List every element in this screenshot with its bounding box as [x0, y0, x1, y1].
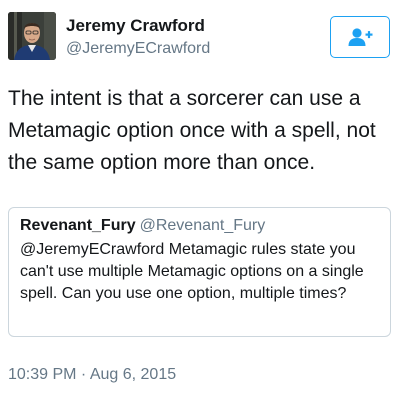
tweet-card: Jeremy Crawford @JeremyECrawford The int… — [0, 0, 400, 400]
avatar-image — [8, 12, 56, 60]
quoted-tweet[interactable]: Revenant_Fury @Revenant_Fury @JeremyECraw… — [8, 207, 391, 337]
author-handle[interactable]: @JeremyECrawford — [66, 40, 210, 58]
tweet-timestamp[interactable]: 10:39 PM · Aug 6, 2015 — [8, 366, 176, 384]
quoted-author-name: Revenant_Fury — [20, 217, 136, 234]
author-avatar[interactable] — [8, 12, 56, 60]
follow-button[interactable] — [330, 16, 390, 58]
author-display-name[interactable]: Jeremy Crawford — [66, 16, 205, 36]
add-user-icon — [348, 28, 373, 46]
quoted-tweet-text: @JeremyECrawford Metamagic rules state y… — [20, 241, 364, 302]
tweet-text: The intent is that a sorcerer can use a … — [8, 87, 376, 174]
quoted-author-handle: @Revenant_Fury — [139, 217, 266, 234]
quoted-tweet-header: Revenant_Fury @Revenant_Fury — [20, 216, 380, 236]
